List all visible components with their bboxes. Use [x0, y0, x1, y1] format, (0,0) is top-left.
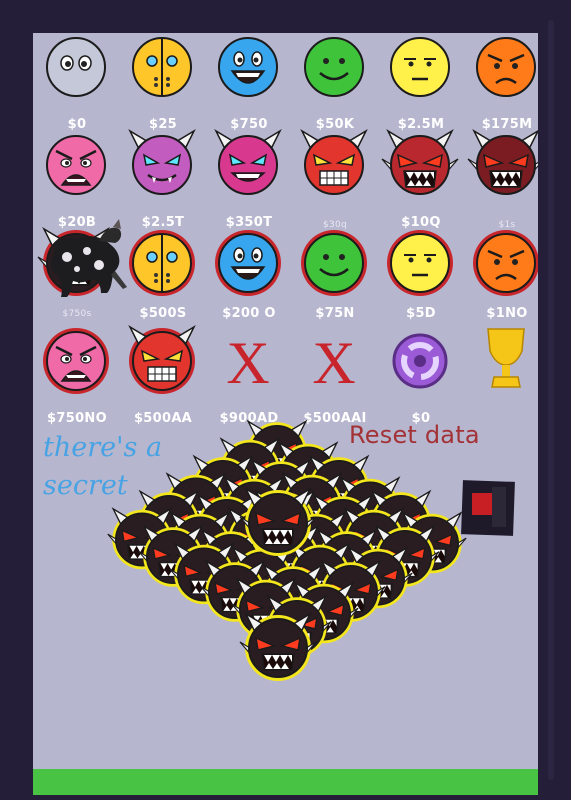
secret-hint-text: there's a secret — [43, 432, 163, 501]
difficulty-locked-x[interactable]: X $500AAI — [296, 327, 374, 426]
difficulty-easy[interactable]: $200 O — [210, 229, 288, 327]
red-square-button[interactable] — [458, 477, 518, 539]
difficulty-trophy[interactable] — [468, 327, 538, 425]
price-label: $0 — [67, 117, 87, 132]
difficulty-hard-demon[interactable]: $500AA — [124, 325, 202, 426]
locked-x-icon: X — [304, 330, 364, 396]
difficulty-harder[interactable]: $1NO — [468, 229, 538, 327]
price-label: $5D — [406, 306, 436, 321]
difficulty-insane-demon[interactable]: $10Q — [381, 129, 460, 230]
scrollbar[interactable] — [548, 20, 554, 780]
locked-x-icon: X — [218, 330, 278, 396]
difficulty-normal[interactable]: $50K — [296, 33, 374, 132]
easy-demon-face-icon — [128, 129, 196, 195]
price-label: $2.5T — [141, 215, 185, 230]
difficulty-normal[interactable]: $75N — [296, 229, 374, 327]
insane-face-icon — [43, 328, 109, 394]
difficulty-easy-demon[interactable]: $2.5T — [124, 129, 202, 230]
price-label: $75N — [315, 306, 355, 321]
price-label: $1NO — [486, 306, 528, 321]
normal-face-icon — [301, 230, 367, 296]
difficulty-auto[interactable]: $500S — [124, 229, 202, 327]
difficulty-hard[interactable]: $5D — [382, 229, 460, 327]
normal-face-icon — [304, 37, 364, 97]
easy-face-icon — [215, 230, 281, 296]
difficulty-extreme-demon[interactable]: $1s — [467, 129, 538, 230]
difficulty-harder[interactable]: $175M — [468, 33, 538, 132]
price-label: $200 O — [222, 306, 276, 321]
auto-face-icon — [129, 230, 195, 296]
insane-demon-face-icon — [381, 129, 459, 195]
difficulty-auto[interactable]: $25 — [124, 33, 202, 132]
auto-face-icon — [132, 37, 192, 97]
portal-face-icon — [390, 331, 450, 391]
harder-face-icon — [473, 230, 538, 296]
difficulty-insane[interactable]: $750NO — [38, 327, 116, 426]
trophy-face-icon — [476, 328, 536, 391]
medium-demon-face-icon — [214, 129, 282, 195]
unrated-face-icon — [46, 37, 106, 97]
difficulty-hard[interactable]: $2.5M — [382, 33, 460, 132]
price-label: $750s — [62, 309, 92, 319]
svg-text:X: X — [226, 330, 269, 396]
difficulty-easy[interactable]: $750 — [210, 33, 288, 132]
easy-face-icon — [218, 37, 278, 97]
hard-face-icon — [390, 37, 450, 97]
cow-sprite — [41, 213, 127, 301]
reset-data-button[interactable]: Reset data — [349, 421, 480, 449]
difficulty-locked-x[interactable]: X $900AD — [210, 327, 288, 426]
difficulty-hard-demon[interactable]: $30q — [296, 129, 374, 230]
difficulty-medium-demon[interactable]: $350T — [210, 129, 288, 230]
insane-face-icon — [46, 135, 106, 195]
svg-text:X: X — [312, 330, 355, 396]
hard-demon-face-icon — [300, 129, 368, 195]
grass-ground — [33, 769, 538, 795]
difficulty-portal[interactable]: $0 — [382, 327, 460, 426]
price-label: $10Q — [401, 215, 441, 230]
price-label: $500S — [139, 306, 187, 321]
hard-face-icon — [387, 230, 453, 296]
difficulty-unrated[interactable]: $0 — [38, 33, 116, 132]
hard-demon-face-icon — [128, 325, 196, 394]
game-panel: $0 $25 $750 $50K $2.5M $175M $20B $2.5T $350T $30… — [33, 33, 538, 795]
harder-face-icon — [476, 37, 536, 97]
extreme-demon-face-icon — [467, 129, 538, 195]
price-label: $350T — [225, 215, 273, 230]
